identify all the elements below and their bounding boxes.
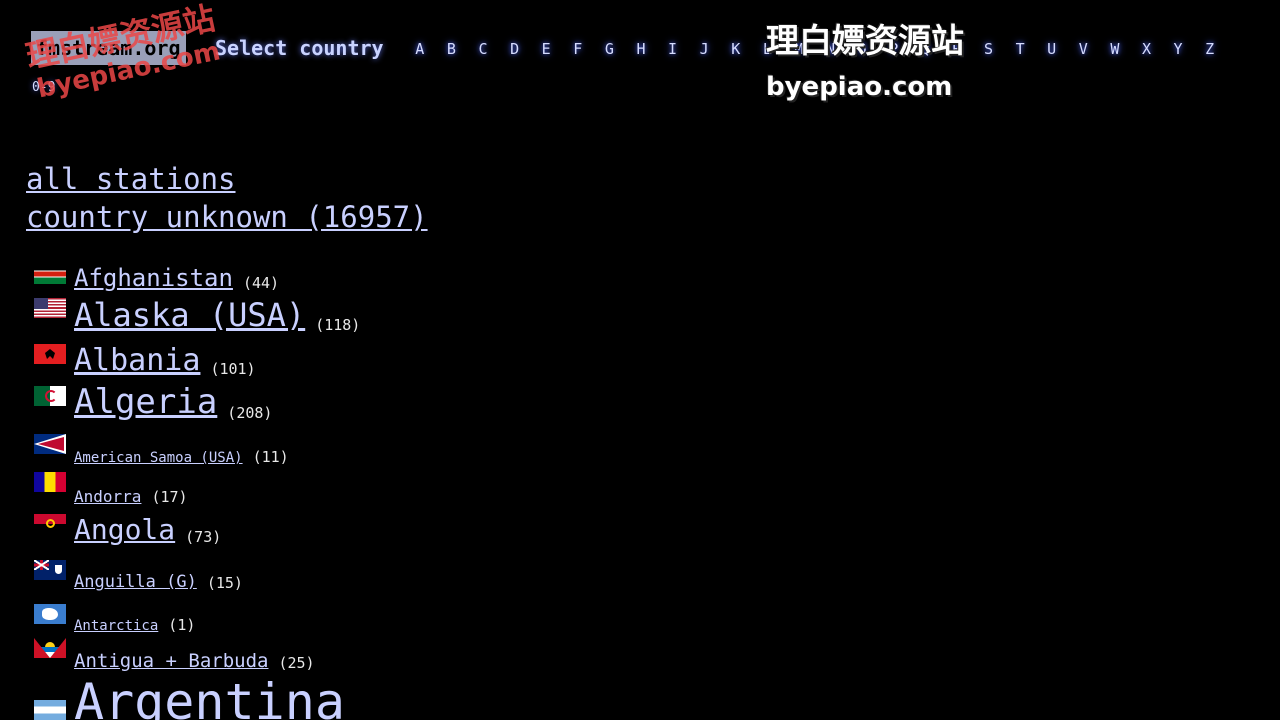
andorra-flag-icon [34, 472, 66, 492]
letter-link-q[interactable]: Q [910, 36, 942, 62]
letter-link-l[interactable]: L [752, 36, 784, 62]
letter-link-c[interactable]: C [467, 36, 499, 62]
antarctica-flag-icon [34, 604, 66, 624]
country-link-andorra[interactable]: Andorra [74, 487, 141, 506]
argentina-flag-icon [34, 700, 66, 720]
anguilla-flag-icon [34, 560, 66, 580]
letter-link-x[interactable]: X [1131, 36, 1163, 62]
country-row: Argentina [34, 672, 360, 720]
country-row: Albania (101) [34, 334, 360, 378]
letter-link-r[interactable]: R [941, 36, 973, 62]
letter-link-z[interactable]: Z [1194, 36, 1226, 62]
country-count: (17) [151, 488, 188, 506]
letter-link-i[interactable]: I [657, 36, 689, 62]
algeria-flag-icon [34, 386, 66, 406]
watermark-right-url: byepiao.com [766, 72, 953, 102]
letter-link-k[interactable]: K [720, 36, 752, 62]
letter-link-0-9[interactable]: 0-9 [32, 80, 55, 95]
country-link-angola[interactable]: Angola [74, 513, 175, 546]
country-count: (118) [315, 316, 361, 334]
country-link-albania[interactable]: Albania [74, 343, 200, 378]
country-row: Algeria (208) [34, 378, 360, 422]
country-row: Antarctica (1) [34, 592, 360, 634]
page: fmstream.org Select country ABCDEFGHIJKL… [0, 0, 1280, 720]
letter-link-s[interactable]: S [973, 36, 1005, 62]
country-link-algeria[interactable]: Algeria [74, 382, 217, 422]
american-samoa-flag-icon [34, 434, 66, 454]
country-count: (25) [278, 654, 315, 672]
antigua-barbuda-flag-icon [34, 638, 66, 658]
albania-flag-icon [34, 344, 66, 364]
letter-link-a[interactable]: A [404, 36, 436, 62]
country-list: Afghanistan (44) Alaska (USA) (118) Alba… [34, 256, 360, 720]
country-unknown-link[interactable]: country unknown (16957) [26, 200, 428, 234]
country-row: Alaska (USA) (118) [34, 292, 360, 334]
letter-link-o[interactable]: O [846, 36, 878, 62]
letter-link-v[interactable]: V [1067, 36, 1099, 62]
country-count: (208) [227, 404, 273, 422]
country-count: (101) [210, 360, 256, 378]
letter-link-w[interactable]: W [1099, 36, 1131, 62]
country-count: (15) [206, 574, 243, 592]
country-row: Angola (73) [34, 506, 360, 546]
letter-link-n[interactable]: N [815, 36, 847, 62]
angola-flag-icon [34, 514, 66, 534]
country-count: (11) [252, 448, 289, 466]
country-row: Anguilla (G) (15) [34, 546, 360, 592]
letter-link-t[interactable]: T [1004, 36, 1036, 62]
alphabet-nav: ABCDEFGHIJKLMNOPQRSTUVWXYZ [404, 36, 1225, 62]
letter-link-b[interactable]: B [436, 36, 468, 62]
country-link-antarctica[interactable]: Antarctica [74, 618, 158, 634]
afghanistan-flag-icon [34, 264, 66, 284]
all-stations-link[interactable]: all stations [26, 162, 236, 196]
country-link-argentina[interactable]: Argentina [74, 672, 345, 720]
country-link-american-samoa[interactable]: American Samoa (USA) [74, 450, 243, 466]
country-count: (73) [185, 528, 222, 546]
main-links: all stations country unknown (16957) [26, 160, 428, 236]
usa-flag-icon [34, 298, 66, 318]
letter-link-e[interactable]: E [530, 36, 562, 62]
country-link-alaska[interactable]: Alaska (USA) [74, 296, 305, 334]
letter-link-f[interactable]: F [562, 36, 594, 62]
country-count: (1) [168, 616, 196, 634]
letter-link-j[interactable]: J [688, 36, 720, 62]
country-row: Antigua + Barbuda (25) [34, 634, 360, 672]
country-link-anguilla[interactable]: Anguilla (G) [74, 572, 197, 592]
letter-link-h[interactable]: H [625, 36, 657, 62]
watermark-right: 理白嫖资源站 byepiao.com [766, 20, 964, 108]
letter-link-m[interactable]: M [783, 36, 815, 62]
country-link-antigua-barbuda[interactable]: Antigua + Barbuda [74, 650, 268, 672]
letter-link-g[interactable]: G [594, 36, 626, 62]
country-row: Andorra (17) [34, 466, 360, 506]
select-country-label: Select country [215, 36, 384, 60]
letter-link-u[interactable]: U [1036, 36, 1068, 62]
country-link-afghanistan[interactable]: Afghanistan [74, 264, 233, 292]
letter-link-y[interactable]: Y [1162, 36, 1194, 62]
letter-link-d[interactable]: D [499, 36, 531, 62]
letter-link-p[interactable]: P [878, 36, 910, 62]
country-row: American Samoa (USA) (11) [34, 422, 360, 466]
site-logo-link[interactable]: fmstream.org [31, 31, 186, 65]
country-row: Afghanistan (44) [34, 256, 360, 292]
country-count: (44) [242, 274, 280, 292]
